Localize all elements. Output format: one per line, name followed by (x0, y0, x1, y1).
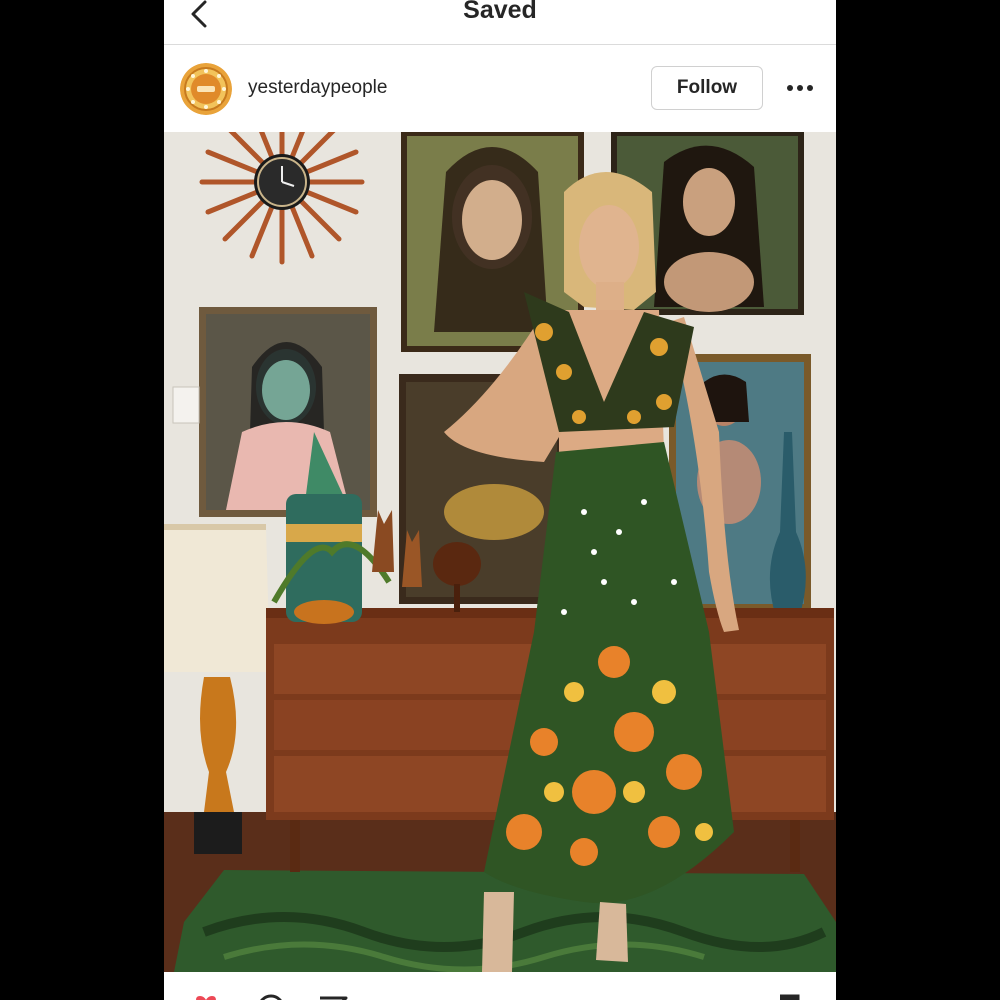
post-header: yesterdaypeople Follow (164, 45, 836, 131)
share-icon[interactable] (318, 994, 348, 1000)
heart-icon[interactable] (190, 994, 222, 1000)
top-nav-bar: Saved (164, 0, 836, 45)
comment-icon[interactable] (256, 994, 286, 1000)
bookmark-icon[interactable] (776, 994, 802, 1000)
ellipsis-icon (787, 85, 793, 91)
post-actions (164, 972, 836, 1000)
phone-screen: Saved yesterdaypeople Follow (164, 0, 836, 1000)
post-image (164, 132, 836, 972)
follow-button[interactable]: Follow (651, 66, 763, 110)
more-options-button[interactable] (782, 73, 818, 103)
post-photo[interactable] (164, 132, 836, 972)
avatar[interactable] (180, 63, 232, 115)
username[interactable]: yesterdaypeople (248, 77, 387, 99)
page-title: Saved (463, 0, 537, 24)
